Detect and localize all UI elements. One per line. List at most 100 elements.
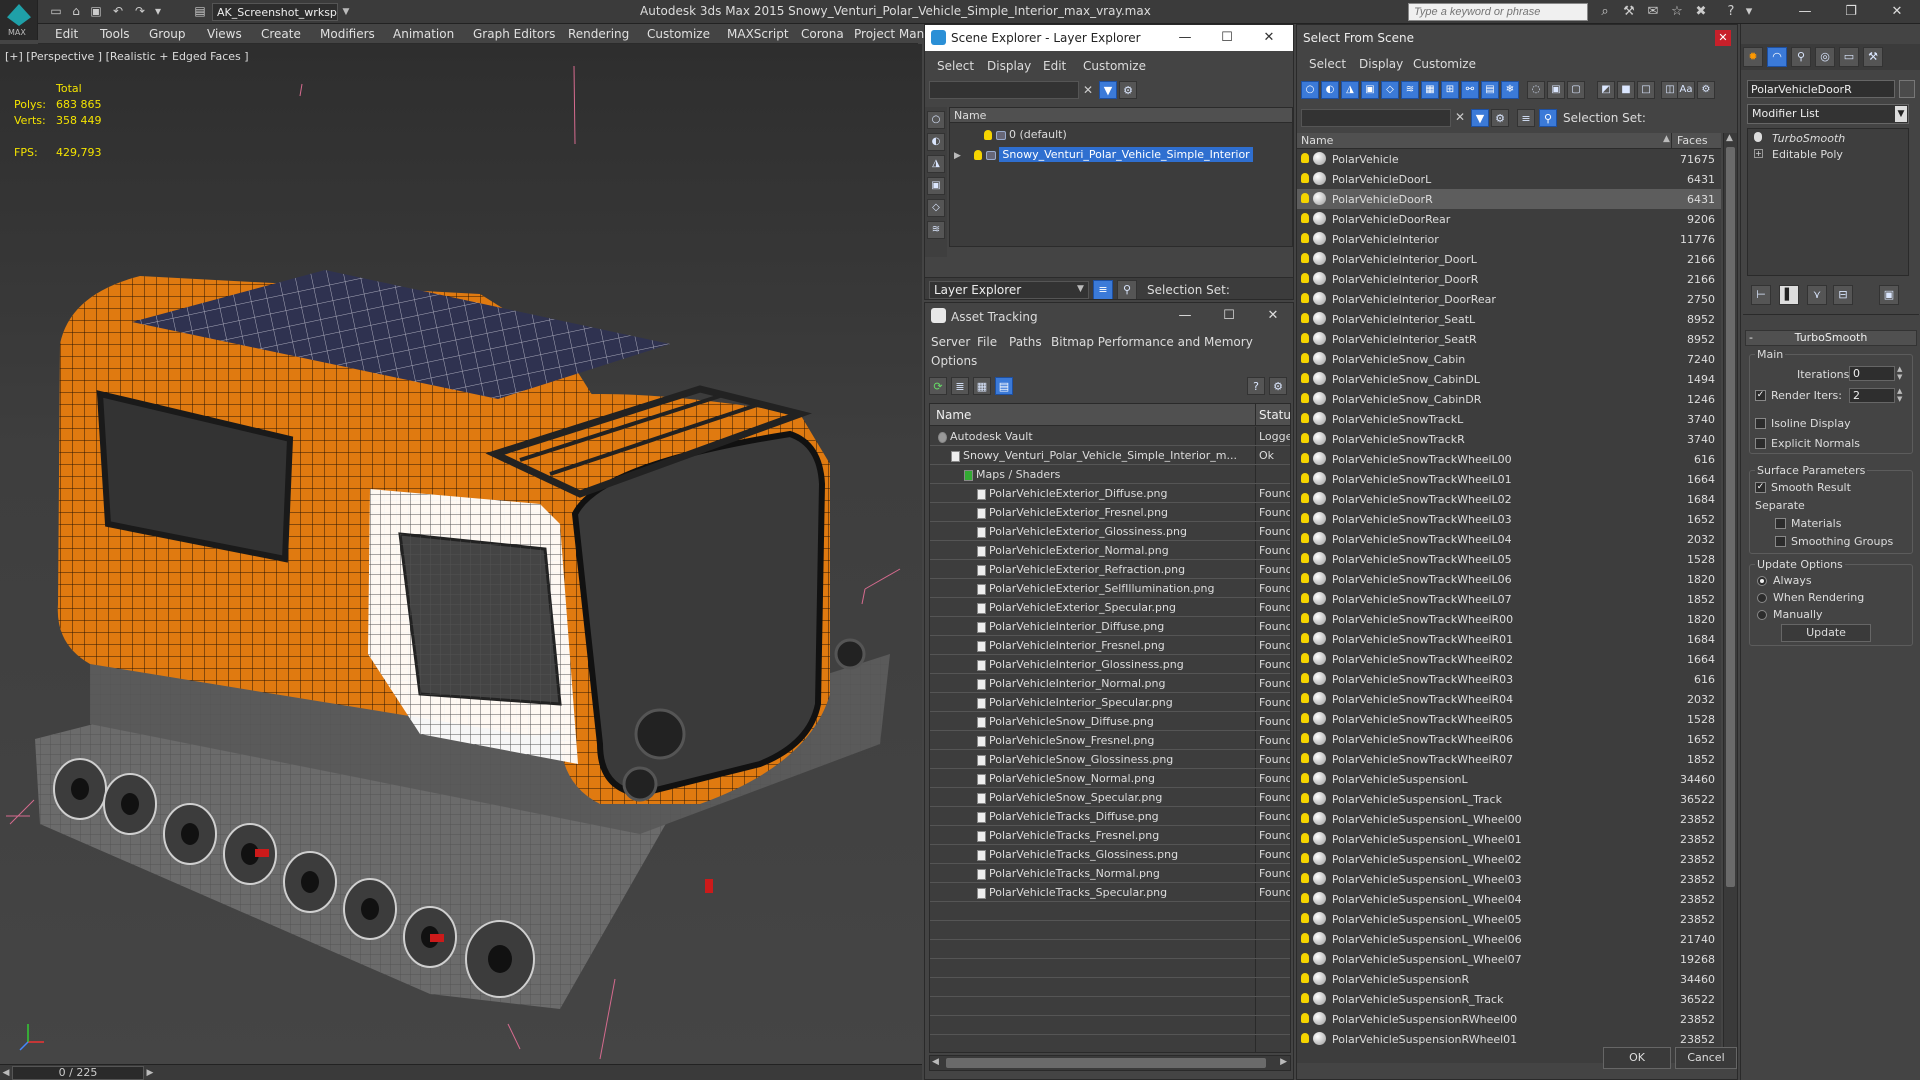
visibility-bulb-icon[interactable]	[1301, 953, 1309, 963]
minimize-button[interactable]: —	[1782, 0, 1828, 24]
object-row[interactable]: PolarVehicleSuspensionL_Wheel07 19268	[1297, 949, 1721, 969]
hidden-filter-icon[interactable]: ◌	[1527, 81, 1545, 99]
sfs-menu-display[interactable]: Display	[1359, 57, 1403, 71]
find-options-filter-icon[interactable]: ⚙	[1697, 81, 1715, 99]
se-helpers-filter-icon[interactable]: ◇	[927, 199, 945, 217]
asset-row[interactable]: PolarVehicleTracks_Specular.png Found	[930, 883, 1290, 902]
workspace-dropdown-icon[interactable]: ▼	[340, 3, 352, 21]
asset-row[interactable]: PolarVehicleInterior_Specular.png Found	[930, 693, 1290, 712]
se-column-name[interactable]: Name	[950, 108, 1292, 123]
menu-create[interactable]: Create	[261, 27, 301, 41]
update-manually-radio[interactable]	[1757, 610, 1767, 620]
visibility-bulb-icon[interactable]	[1301, 493, 1309, 503]
visibility-bulb-icon[interactable]	[1301, 693, 1309, 703]
se-lights-filter-icon[interactable]: ◮	[927, 155, 945, 173]
restore-button[interactable]: ❐	[1828, 0, 1874, 24]
menu-tools[interactable]: Tools	[100, 27, 130, 41]
asset-row[interactable]: PolarVehicleExterior_Fresnel.png Found	[930, 503, 1290, 522]
sfs-clear-icon[interactable]: ✕	[1455, 110, 1465, 124]
display-all-filter-icon[interactable]: ▣	[1547, 81, 1565, 99]
menu-views[interactable]: Views	[207, 27, 242, 41]
visibility-bulb-icon[interactable]	[1301, 513, 1309, 523]
scene-explorer-close[interactable]: ✕	[1255, 28, 1283, 48]
menu-edit[interactable]: Edit	[55, 27, 78, 41]
at-table-view-icon[interactable]: ▤	[995, 377, 1013, 395]
at-menu-server[interactable]: Server	[931, 335, 970, 349]
menu-project-manager[interactable]: Project Man	[854, 27, 924, 41]
visibility-bulb-icon[interactable]	[1301, 1013, 1309, 1023]
object-row[interactable]: PolarVehicleDoorRear 9206	[1297, 209, 1721, 229]
se-clear-icon[interactable]: ✕	[1083, 83, 1093, 97]
asset-row[interactable]: PolarVehicleSnow_Normal.png Found	[930, 769, 1290, 788]
visibility-bulb-icon[interactable]	[1301, 233, 1309, 243]
asset-row[interactable]: Autodesk Vault Logged	[930, 427, 1290, 446]
turbosmooth-rollout-title[interactable]: - TurboSmooth	[1745, 330, 1917, 346]
object-row[interactable]: PolarVehicleSuspensionL_Wheel01 23852	[1297, 829, 1721, 849]
modify-tab-icon[interactable]: ◠	[1767, 47, 1787, 67]
visibility-bulb-icon[interactable]	[1301, 273, 1309, 283]
asset-row[interactable]: Maps / Shaders	[930, 465, 1290, 484]
keyword-search-input[interactable]	[1408, 3, 1588, 21]
spinner-arrows-icon[interactable]: ▲ ▼	[1897, 387, 1902, 403]
sfs-hierarchy-icon[interactable]: ⚲	[1539, 109, 1557, 127]
object-row[interactable]: PolarVehicleSuspensionRWheel01 23852	[1297, 1029, 1721, 1049]
visibility-bulb-icon[interactable]	[1301, 733, 1309, 743]
communication-icon[interactable]: ✉	[1644, 3, 1662, 21]
visibility-bulb-icon[interactable]	[1301, 293, 1309, 303]
spacewarps-filter-icon[interactable]: ≋	[1401, 81, 1419, 99]
update-always-radio[interactable]	[1757, 576, 1767, 586]
at-settings-icon[interactable]: ⚙	[1269, 377, 1287, 395]
lights-filter-icon[interactable]: ◮	[1341, 81, 1359, 99]
object-row[interactable]: PolarVehicleSuspensionL 34460	[1297, 769, 1721, 789]
redo-dropdown-icon[interactable]: ▾	[150, 4, 166, 19]
sort-ascending-icon[interactable]: ▲	[1663, 134, 1670, 144]
undo-icon[interactable]: ↶	[110, 4, 126, 19]
visibility-bulb-icon[interactable]	[1301, 1033, 1309, 1043]
asset-row[interactable]: PolarVehicleSnow_Specular.png Found	[930, 788, 1290, 807]
menu-customize[interactable]: Customize	[647, 27, 710, 41]
at-minimize[interactable]: —	[1171, 306, 1199, 326]
xrefs-filter-icon[interactable]: ⊞	[1441, 81, 1459, 99]
object-row-selected[interactable]: PolarVehicleDoorR 6431	[1297, 189, 1721, 209]
visibility-bulb-icon[interactable]	[1301, 253, 1309, 263]
object-row[interactable]: PolarVehicleInterior_SeatR 8952	[1297, 329, 1721, 349]
visibility-bulb-icon[interactable]	[1301, 313, 1309, 323]
object-row[interactable]: PolarVehicleSnowTrackWheelL03 1652	[1297, 509, 1721, 529]
se-menu-customize[interactable]: Customize	[1083, 59, 1146, 73]
sfs-filter-icon[interactable]: ▼	[1471, 109, 1489, 127]
create-tab-icon[interactable]: ✹	[1743, 47, 1763, 67]
ok-button[interactable]: OK	[1603, 1047, 1671, 1069]
visibility-bulb-icon[interactable]	[1301, 933, 1309, 943]
asset-row[interactable]: PolarVehicleInterior_Diffuse.png Found	[930, 617, 1290, 636]
hierarchy-icon[interactable]: ⚲	[1117, 280, 1137, 299]
object-row[interactable]: PolarVehicleSnowTrackWheelL00 616	[1297, 449, 1721, 469]
menu-corona[interactable]: Corona	[801, 27, 844, 41]
visibility-bulb-icon[interactable]	[1301, 813, 1309, 823]
object-row[interactable]: PolarVehicleInterior_DoorL 2166	[1297, 249, 1721, 269]
save-icon[interactable]: ▣	[88, 4, 104, 19]
redo-icon[interactable]: ↷	[132, 4, 148, 19]
render-iters-checkbox[interactable]: ✓	[1755, 390, 1766, 401]
asset-row[interactable]: PolarVehicleSnow_Diffuse.png Found	[930, 712, 1290, 731]
object-row[interactable]: PolarVehicleSnowTrackWheelR01 1684	[1297, 629, 1721, 649]
at-col-status[interactable]: Status	[1259, 408, 1290, 422]
object-row[interactable]: PolarVehicleSuspensionL_Wheel00 23852	[1297, 809, 1721, 829]
se-options-icon[interactable]: ⚙	[1119, 81, 1137, 99]
visibility-bulb-icon[interactable]	[1301, 213, 1309, 223]
binoculars-icon[interactable]: ⌕	[1596, 3, 1614, 21]
next-frame-icon[interactable]: ▶	[144, 1066, 156, 1080]
sfs-vertical-scrollbar[interactable]: ▲ ▼	[1723, 133, 1737, 1063]
object-row[interactable]: PolarVehicleSnow_Cabin 7240	[1297, 349, 1721, 369]
modifier-list-dropdown[interactable]: Modifier List	[1747, 104, 1909, 124]
helpers-filter-icon[interactable]: ◇	[1381, 81, 1399, 99]
help-icon[interactable]: ?	[1722, 3, 1740, 21]
at-refresh-icon[interactable]: ⟳	[929, 377, 947, 395]
object-row[interactable]: PolarVehicleSuspensionRWheel00 23852	[1297, 1009, 1721, 1029]
viewport-label[interactable]: [+] [Perspective ] [Realistic + Edged Fa…	[5, 50, 249, 63]
menu-maxscript[interactable]: MAXScript	[727, 27, 789, 41]
se-search-input[interactable]	[929, 81, 1079, 99]
asset-row[interactable]: PolarVehicleExterior_Normal.png Found	[930, 541, 1290, 560]
at-help-icon[interactable]: ?	[1247, 377, 1265, 395]
asset-row[interactable]: PolarVehicleTracks_Fresnel.png Found	[930, 826, 1290, 845]
visibility-bulb-icon[interactable]	[1301, 553, 1309, 563]
